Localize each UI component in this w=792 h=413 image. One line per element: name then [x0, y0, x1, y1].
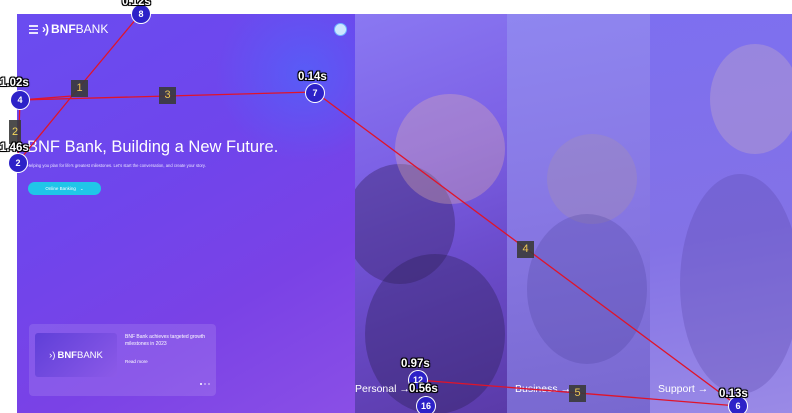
left-margin [0, 0, 17, 413]
news-thumbnail: ›) BNF BANK [35, 333, 117, 377]
top-bar: ›) BNF BANK [17, 14, 355, 48]
online-banking-button[interactable]: Online Banking ⌄ [28, 182, 101, 195]
personal-link[interactable]: Personal → [355, 383, 410, 395]
trace-time: 0.12s [122, 0, 151, 8]
hero-title: BNF Bank, Building a New Future. [27, 138, 279, 156]
page: ›) BNF BANK BNF Bank, Building a New Fut… [0, 0, 792, 413]
chevron-down-icon: ⌄ [79, 185, 84, 191]
read-more-link[interactable]: Read more [125, 359, 148, 364]
news-card[interactable]: ›) BNF BANK BNF Bank achieves targeted g… [29, 324, 216, 396]
photo-shape [395, 94, 505, 204]
carousel-pager[interactable] [198, 372, 210, 390]
photo-shape [527, 214, 647, 364]
photo-shape [547, 134, 637, 224]
thumb-logo-bold: BNF [57, 349, 77, 361]
logo-text-bold: BNF [51, 22, 76, 36]
online-banking-label: Online Banking [45, 186, 76, 191]
thumb-logo-text: BANK [76, 349, 103, 361]
hero-section: ›) BNF BANK BNF Bank, Building a New Fut… [17, 14, 355, 413]
logo[interactable]: ›) BNF BANK [42, 22, 108, 36]
news-headline: BNF Bank achieves targeted growth milest… [125, 334, 206, 347]
logo-text: BANK [75, 22, 109, 36]
support-panel[interactable]: Support → [650, 14, 792, 413]
personal-panel[interactable]: Personal → [355, 14, 507, 413]
logo-mark: ›) [42, 22, 49, 36]
business-link[interactable]: Business → [515, 383, 571, 395]
photo-shape [680, 174, 792, 394]
menu-icon[interactable] [29, 25, 38, 34]
thumb-logo-mark: ›) [49, 349, 56, 361]
photo-shape [710, 44, 792, 154]
chat-icon[interactable] [334, 23, 347, 36]
hero-subtitle: Helping you plan for life's greatest mil… [27, 163, 206, 168]
support-link[interactable]: Support → [658, 383, 708, 395]
business-panel[interactable]: Business → [507, 14, 650, 413]
